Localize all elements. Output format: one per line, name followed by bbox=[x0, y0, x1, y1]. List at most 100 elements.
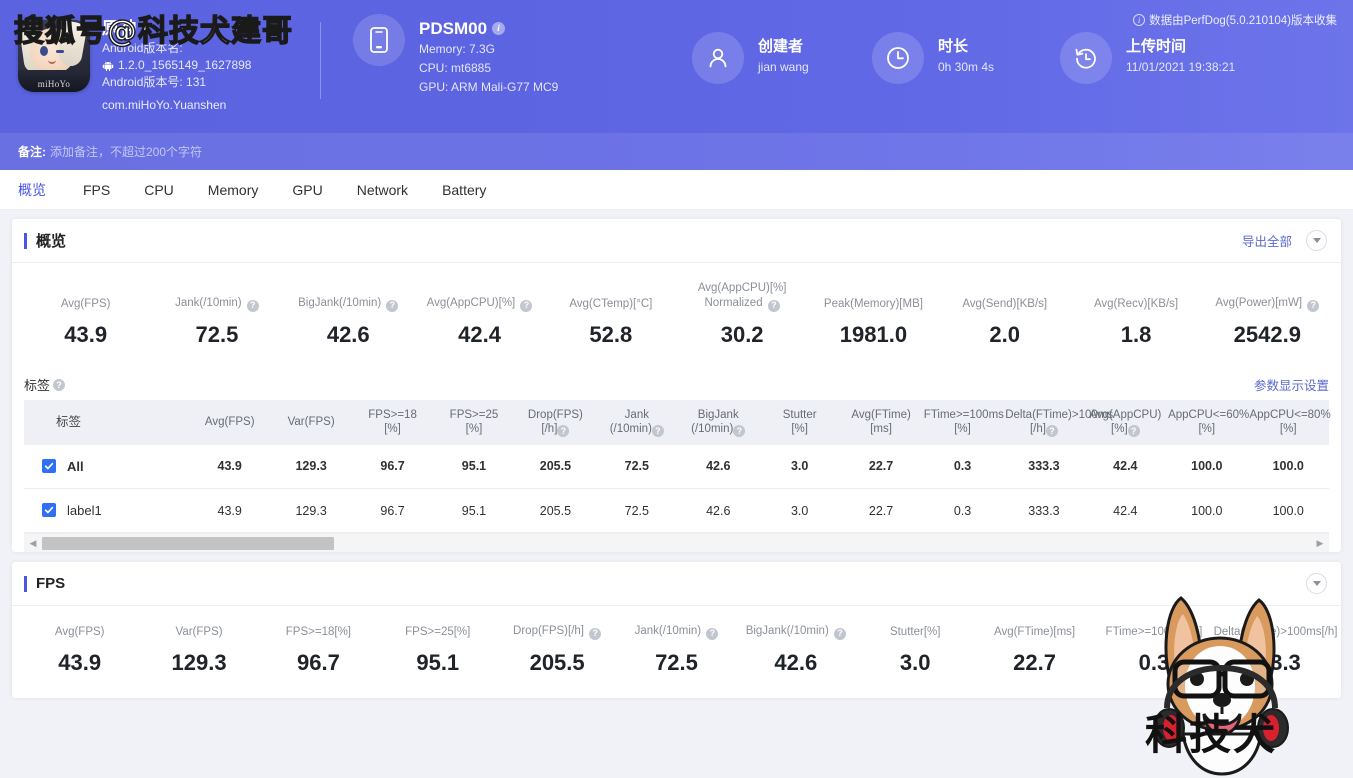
table-cell: 95.1 bbox=[433, 444, 515, 489]
row-label-cell: label1 bbox=[24, 489, 189, 533]
metric-value: 72.5 bbox=[655, 649, 698, 675]
param-settings-link[interactable]: 参数显示设置 bbox=[1254, 375, 1329, 394]
scrollbar-track[interactable] bbox=[42, 536, 1311, 550]
metric-value: 95.1 bbox=[416, 649, 460, 675]
row-checkbox[interactable] bbox=[42, 459, 56, 473]
label-table-heading-text: 标签 bbox=[24, 378, 51, 393]
row-checkbox[interactable] bbox=[42, 503, 56, 517]
metric-Avg(FTime)[ms]: Avg(FTime)[ms] 22.7 bbox=[975, 625, 1094, 676]
metric-label: FTime>=100ms[%] bbox=[1105, 625, 1203, 638]
creator-block: 创建者 jian wang bbox=[692, 32, 809, 84]
help-icon[interactable]: ? bbox=[246, 299, 259, 312]
tab-CPU[interactable]: CPU bbox=[127, 170, 191, 210]
app-info-block: miHoYo 原神 Android版本名: 1.2.0_1565149_1627… bbox=[0, 14, 320, 114]
column-header-subtext: (/10min)? bbox=[598, 422, 675, 437]
column-header-Drop(FPS): Drop(FPS) [/h]? bbox=[514, 399, 597, 445]
table-cell: 100.0 bbox=[1247, 444, 1329, 489]
duration-block: 时长 0h 30m 4s bbox=[872, 32, 994, 84]
column-header-unit: [/h] bbox=[1029, 422, 1046, 435]
metric-Avg(CTemp)[°C]: Avg(CTemp)[°C] 52.8 bbox=[545, 297, 676, 348]
help-icon[interactable]: ? bbox=[833, 627, 846, 640]
metric-value: 22.7 bbox=[1013, 649, 1056, 675]
metric-label: Avg(Send)[KB/s] bbox=[962, 297, 1048, 310]
table-cell: 96.7 bbox=[351, 488, 434, 533]
tab-Memory[interactable]: Memory bbox=[191, 170, 276, 210]
column-header-text: BigJank bbox=[697, 408, 739, 421]
column-header-unit: [%] bbox=[1198, 423, 1216, 435]
tab-Battery[interactable]: Battery bbox=[425, 170, 503, 210]
upload-time-block: 上传时间 11/01/2021 19:38:21 bbox=[1060, 32, 1235, 84]
help-icon[interactable]: ? bbox=[1127, 424, 1140, 437]
help-icon[interactable]: ? bbox=[733, 424, 746, 437]
metric-value: 129.3 bbox=[171, 649, 227, 675]
tab-GPU[interactable]: GPU bbox=[275, 170, 339, 210]
column-header-subtext: [%] bbox=[1168, 422, 1245, 436]
help-icon[interactable]: ? bbox=[589, 627, 602, 640]
table-row[interactable]: All 43.9 129.3 96.7 95.1 205.5 72.5 42.6 3.0 22.7… bbox=[24, 444, 1329, 489]
metric-Delta(FTime)>100ms[/h]: Delta(FTime)>100ms[/h] 333.3 bbox=[1214, 625, 1338, 676]
help-icon[interactable]: ? bbox=[1045, 424, 1058, 437]
perfdog-version-note: i 数据由PerfDog(5.0.210104)版本收集 bbox=[1133, 12, 1337, 28]
help-icon[interactable]: ? bbox=[520, 299, 533, 312]
metric-value: 52.8 bbox=[589, 321, 633, 347]
upload-title: 上传时间 bbox=[1126, 38, 1187, 55]
metric-value: 42.6 bbox=[774, 649, 818, 675]
metric-BigJank(/10min): BigJank(/10min) ? 42.6 bbox=[736, 624, 855, 676]
scroll-right-arrow[interactable]: ▶ bbox=[1311, 538, 1329, 549]
column-header-BigJank: BigJank (/10min)? bbox=[677, 399, 759, 445]
remark-placeholder[interactable]: 添加备注，不超过200个字符 bbox=[50, 143, 202, 160]
tab-概览[interactable]: 概览 bbox=[18, 170, 66, 210]
device-model: PDSM00 bbox=[419, 19, 488, 38]
overview-card-header: 概览 导出全部 bbox=[12, 219, 1341, 263]
tab-Network[interactable]: Network bbox=[340, 170, 425, 210]
help-icon[interactable]: ? bbox=[706, 627, 719, 640]
metric-label: Avg(CTemp)[°C] bbox=[569, 297, 653, 310]
column-header-unit: [%] bbox=[384, 423, 401, 435]
android-icon bbox=[102, 61, 114, 71]
export-all-link[interactable]: 导出全部 bbox=[1242, 231, 1292, 250]
metric-Jank(/10min): Jank(/10min) ? 72.5 bbox=[617, 624, 736, 676]
fps-collapse-button[interactable] bbox=[1306, 573, 1327, 594]
device-cpu: CPU: mt6885 bbox=[419, 61, 492, 75]
help-icon[interactable]: ? bbox=[386, 299, 399, 312]
column-header-text: 标签 bbox=[56, 415, 82, 429]
column-header-unit: (/10min) bbox=[609, 422, 652, 435]
scroll-left-arrow[interactable]: ◀ bbox=[24, 538, 42, 549]
table-row[interactable]: label1 43.9 129.3 96.7 95.1 205.5 72.5 42.6 3.0 2… bbox=[24, 488, 1329, 533]
metric-value: 0.3 bbox=[1138, 649, 1170, 675]
table-cell: 205.5 bbox=[514, 488, 597, 533]
metric-Drop(FPS)[/h]: Drop(FPS)[/h] ? 205.5 bbox=[497, 624, 616, 676]
overview-collapse-button[interactable] bbox=[1306, 230, 1327, 251]
column-header-FPS>=25: FPS>=25 [%] bbox=[433, 399, 515, 445]
help-icon[interactable]: ? bbox=[1307, 299, 1320, 312]
metric-label: Jank(/10min) ? bbox=[617, 624, 736, 640]
metric-Avg(AppCPU)[%]: Avg(AppCPU)[%] Normalized ? 30.2 bbox=[676, 281, 807, 348]
metric-Avg(Power)[mW]: Avg(Power)[mW] ? 2542.9 bbox=[1202, 296, 1333, 348]
help-icon[interactable]: ? bbox=[651, 424, 664, 437]
metric-label: FPS>=18[%] bbox=[285, 625, 351, 638]
table-cell: 42.6 bbox=[677, 488, 759, 533]
metric-label: Avg(AppCPU)[%] ? bbox=[414, 296, 545, 312]
column-header-AppCPU<=60%: AppCPU<=60% [%] bbox=[1166, 399, 1249, 445]
section-accent-bar bbox=[24, 232, 27, 249]
column-header-Avg(AppCPU): Avg(AppCPU) [%]? bbox=[1084, 399, 1167, 445]
label-table-wrapper: 标签 Avg(FPS) Var(FPS) FPS>=18 [%] FPS>=25 [%] Dr… bbox=[24, 399, 1331, 552]
table-horizontal-scrollbar[interactable]: ◀ ▶ bbox=[24, 533, 1329, 552]
remark-bar[interactable]: 备注: 添加备注，不超过200个字符 bbox=[0, 133, 1353, 170]
help-icon[interactable]: ? bbox=[767, 299, 780, 312]
column-header-text: FPS>=25 bbox=[449, 409, 499, 421]
column-header-unit: [%] bbox=[954, 423, 971, 435]
app-name: 原神 bbox=[102, 19, 137, 38]
duration-value: 0h 30m 4s bbox=[938, 60, 995, 74]
tab-FPS[interactable]: FPS bbox=[66, 170, 127, 210]
device-memory: Memory: 7.3G bbox=[419, 42, 496, 56]
device-info-icon[interactable]: i bbox=[492, 21, 506, 35]
help-icon[interactable]: ? bbox=[53, 378, 66, 391]
scrollbar-thumb[interactable] bbox=[42, 536, 334, 550]
table-cell: 100.0 bbox=[1166, 488, 1248, 533]
help-icon[interactable]: ? bbox=[557, 424, 570, 437]
metric-value: 42.4 bbox=[458, 321, 501, 347]
metric-value: 43.9 bbox=[64, 321, 108, 347]
android-version-code: Android版本号: 131 bbox=[102, 75, 207, 89]
table-header-row: 标签 Avg(FPS) Var(FPS) FPS>=18 [%] FPS>=25 [%] Dr… bbox=[24, 399, 1331, 445]
